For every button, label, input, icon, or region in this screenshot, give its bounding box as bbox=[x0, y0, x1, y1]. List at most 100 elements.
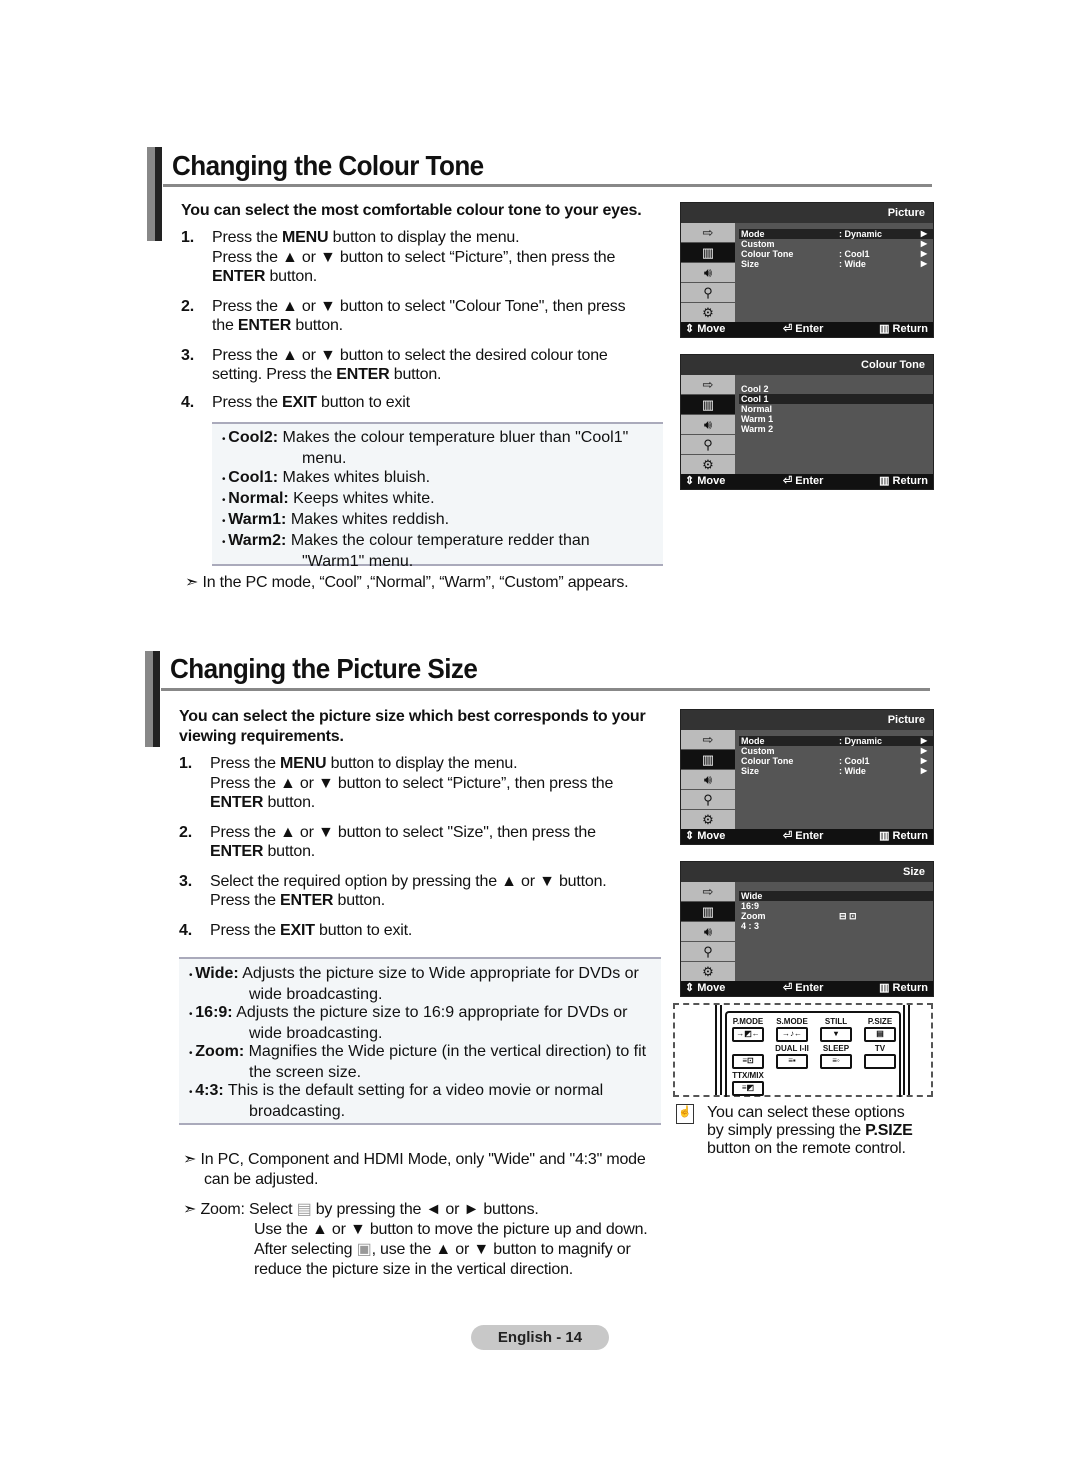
osd-row: Size: Wide ▶ bbox=[739, 766, 933, 776]
remote-key: ≡⊡ bbox=[732, 1054, 764, 1069]
step-line: Select the required option by pressing t… bbox=[179, 872, 659, 892]
osd-row-label: Size bbox=[741, 766, 760, 776]
osd-rows: Mode: Dynamic ▶ Custom ▶ Colour Tone: Cool1 ▶… bbox=[739, 229, 933, 269]
option-item: • Cool1: Makes whites bluish. bbox=[212, 468, 663, 489]
osd-size-menu: Size ⇨ ▥ 🔊︎ ⚲ ⚙ Wide 16:9 Zoom ⊟ ⊡ 4 : 3 ⇕ Move ⏎ En… bbox=[680, 861, 934, 997]
osd-rows: Wide 16:9 Zoom ⊟ ⊡ 4 : 3 bbox=[739, 891, 933, 931]
osd-move-hint: ⇕ Move bbox=[685, 323, 726, 335]
text-segment: Press the ▲ or ▼ button to select "Size"… bbox=[210, 823, 596, 841]
arrow-right-icon: ▶ bbox=[920, 766, 927, 775]
osd-footer: ⇕ Move ⏎ Enter ▥ Return bbox=[681, 829, 933, 844]
osd-row: Cool 2 bbox=[739, 384, 933, 394]
option-key: 16:9: bbox=[195, 1004, 233, 1021]
osd-move-hint: ⇕ Move bbox=[685, 475, 726, 487]
option-desc: Adjusts the picture size to Wide appropr… bbox=[238, 965, 639, 982]
osd-row: Normal bbox=[739, 404, 933, 414]
divider bbox=[161, 688, 930, 691]
osd-row: Custom ▶ bbox=[739, 239, 933, 249]
manual-page: Changing the Colour Tone You can select … bbox=[0, 0, 1080, 1472]
osd-row: Custom ▶ bbox=[739, 746, 933, 756]
sound-icon: 🔊︎ bbox=[681, 922, 735, 941]
step-item: 4. Press the EXIT button to exit. bbox=[179, 921, 659, 941]
option-item: • Wide: Adjusts the picture size to Wide… bbox=[179, 965, 661, 986]
step-line: Press the EXIT button to exit. bbox=[179, 921, 659, 941]
picture-icon: ▥ bbox=[681, 243, 735, 262]
option-desc: Makes the colour temperature redder than bbox=[286, 532, 590, 549]
remote-button-sleep[interactable]: SLEEP ≡◦ bbox=[819, 1044, 853, 1069]
osd-row-label: Cool 2 bbox=[741, 384, 769, 394]
remote-button-label: P.MODE bbox=[732, 1017, 764, 1026]
arrow-right-icon: ▶ bbox=[920, 259, 927, 268]
option-key: 4:3: bbox=[195, 1082, 224, 1099]
step-line: Press the ▲ or ▼ button to select “Pictu… bbox=[179, 774, 659, 794]
arrow-right-icon: ▶ bbox=[920, 229, 927, 238]
osd-header: Size bbox=[681, 862, 933, 882]
remote-key: ▤ bbox=[864, 1027, 896, 1042]
text-segment: P.SIZE bbox=[865, 1122, 913, 1139]
text-segment: Press the bbox=[210, 755, 281, 772]
input-icon: ⇨ bbox=[681, 223, 735, 242]
step-line: setting. Press the ENTER button. bbox=[181, 365, 661, 385]
osd-move-hint: ⇕ Move bbox=[685, 830, 726, 842]
text-segment: Press the ▲ or ▼ button to select "Colou… bbox=[212, 297, 626, 315]
remote-button-dual-i-ii[interactable]: DUAL I-II ≡▪ bbox=[775, 1044, 809, 1069]
setup-icon: ⚙ bbox=[681, 810, 735, 829]
input-icon: ⇨ bbox=[681, 882, 735, 901]
option-item: • Warm1: Makes whites reddish. bbox=[212, 510, 663, 531]
picture-icon: ▥ bbox=[681, 750, 735, 769]
text-segment: setting. Press the bbox=[212, 366, 337, 383]
osd-footer: ⇕ Move ⏎ Enter ▥ Return bbox=[681, 474, 933, 489]
step-number: 2. bbox=[179, 823, 192, 841]
step-number: 3. bbox=[179, 872, 192, 890]
osd-header: Picture bbox=[681, 203, 933, 223]
note-arrow-icon: ➣ bbox=[185, 574, 203, 591]
arrow-right-icon: ▶ bbox=[920, 736, 927, 745]
text-segment: button. bbox=[333, 892, 386, 909]
channel-icon: ⚲ bbox=[681, 790, 735, 809]
sound-icon: 🔊︎ bbox=[681, 415, 735, 434]
text-segment: EXIT bbox=[280, 921, 315, 939]
osd-enter-hint: ⏎ Enter bbox=[783, 830, 824, 842]
step-item: 3. Press the ▲ or ▼ button to select the … bbox=[181, 346, 661, 385]
setup-icon: ⚙ bbox=[681, 303, 735, 322]
remote-button-label: SLEEP bbox=[822, 1044, 850, 1053]
osd-icon-column: ⇨ ▥ 🔊︎ ⚲ ⚙ bbox=[681, 223, 735, 323]
text-segment: Press the bbox=[210, 892, 281, 909]
osd-row-label: Colour Tone bbox=[741, 756, 794, 766]
osd-row: Colour Tone: Cool1 ▶ bbox=[739, 756, 933, 766]
picture-icon: ▥ bbox=[681, 395, 735, 414]
osd-row-label: Mode bbox=[741, 736, 765, 746]
remote-button-still[interactable]: STILL ▾ bbox=[819, 1017, 853, 1042]
remote-key: ≡◦ bbox=[820, 1054, 852, 1069]
step-item: 1. Press the MENU button to display the m… bbox=[181, 228, 661, 287]
text-segment: by simply pressing the bbox=[707, 1122, 866, 1139]
remote-button-blank[interactable]: ≡⊡ bbox=[731, 1044, 765, 1069]
option-desc-cont: broadcasting. bbox=[249, 1102, 346, 1120]
channel-icon: ⚲ bbox=[681, 283, 735, 302]
osd-row: Warm 1 bbox=[739, 414, 933, 424]
arrow-right-icon: ▶ bbox=[920, 249, 927, 258]
remote-button-ttx-mix[interactable]: TTX/MIX ≡◩ bbox=[731, 1071, 765, 1096]
text-segment: the bbox=[212, 317, 238, 334]
text-segment: Press the bbox=[210, 921, 281, 939]
divider bbox=[163, 184, 932, 187]
channel-icon: ⚲ bbox=[681, 435, 735, 454]
remote-button-p-mode[interactable]: P.MODE →◩← bbox=[731, 1017, 765, 1042]
remote-button-tv[interactable]: TV bbox=[863, 1044, 897, 1069]
text-segment: button. bbox=[291, 317, 343, 334]
osd-row: Mode: Dynamic ▶ bbox=[739, 229, 933, 239]
text-segment: MENU bbox=[280, 755, 327, 772]
text-segment: ENTER bbox=[212, 268, 266, 285]
remote-key: ▾ bbox=[820, 1027, 852, 1042]
zoom-magnify-icon: ▣ bbox=[356, 1241, 372, 1258]
remote-note-line: button on the remote control. bbox=[707, 1140, 913, 1158]
note: ➣ In the PC mode, “Cool” ,“Normal”, “War… bbox=[185, 574, 629, 591]
remote-button-p-size[interactable]: P.SIZE ▤ bbox=[863, 1017, 897, 1042]
osd-picture-menu: Picture ⇨ ▥ 🔊︎ ⚲ ⚙ Mode: Dynamic ▶ Custom ▶ Colour… bbox=[680, 202, 934, 338]
section-marker bbox=[145, 651, 160, 747]
remote-key: ≡▪ bbox=[776, 1054, 808, 1069]
remote-button-label: P.SIZE bbox=[867, 1017, 893, 1026]
osd-move-hint: ⇕ Move bbox=[685, 982, 726, 994]
remote-button-s-mode[interactable]: S.MODE →♪← bbox=[775, 1017, 809, 1042]
page-number-badge: English - 14 bbox=[471, 1325, 609, 1350]
